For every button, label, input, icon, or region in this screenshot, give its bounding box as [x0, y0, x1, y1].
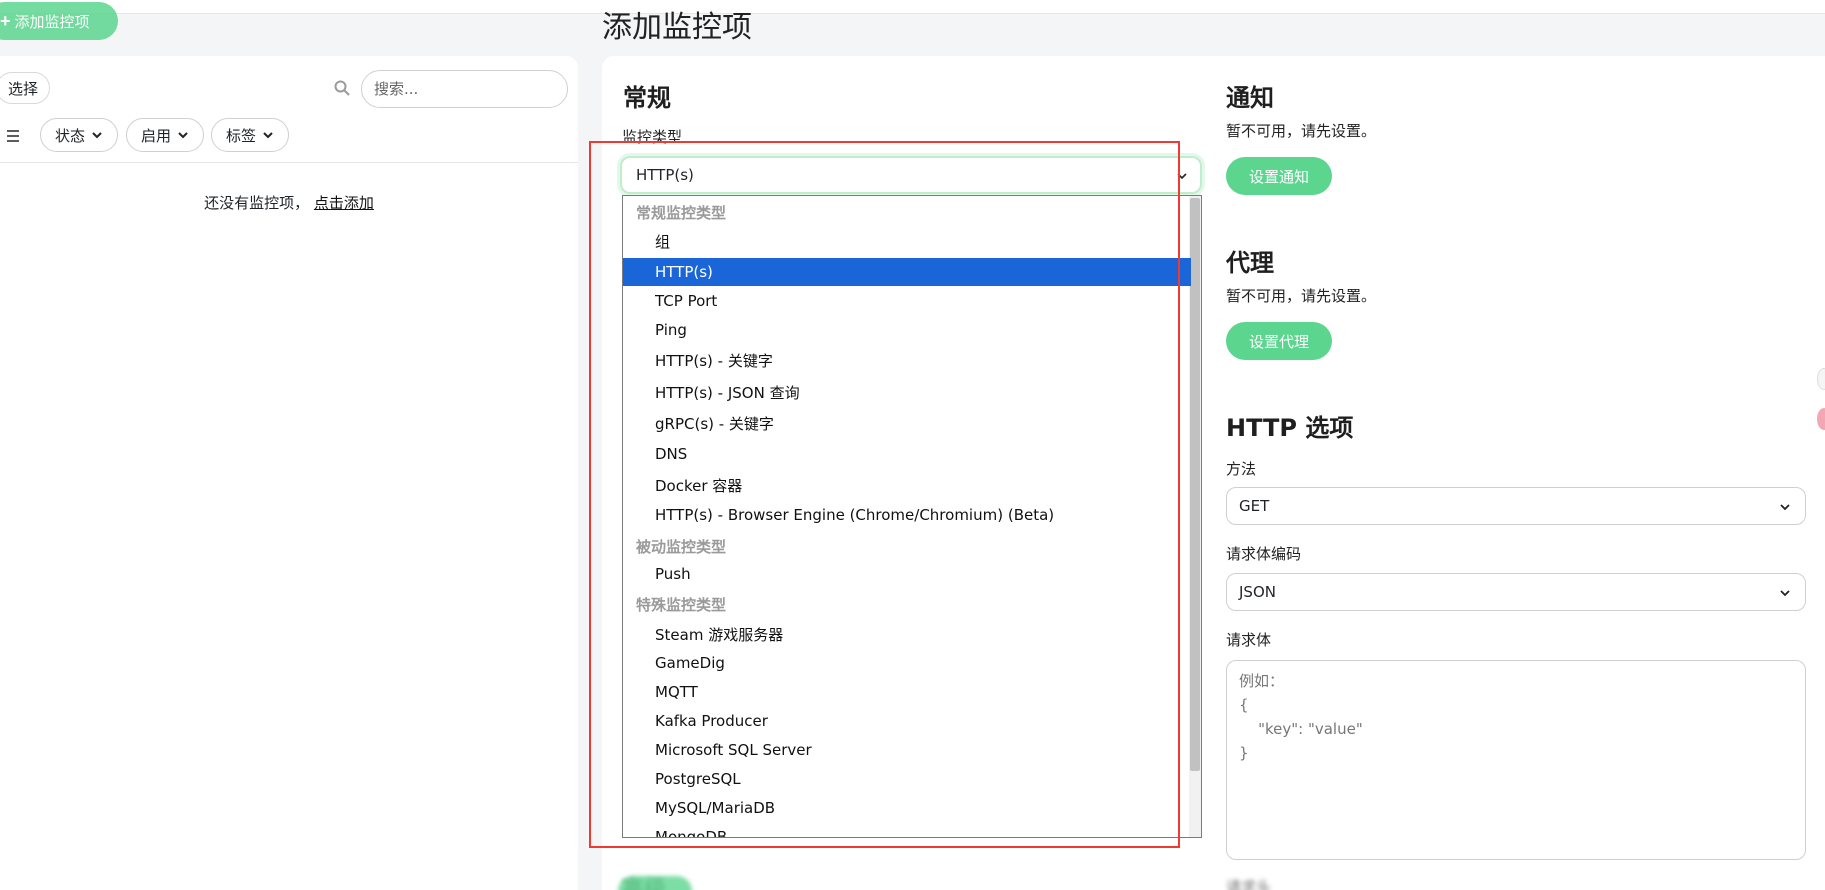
add-monitor-label: 添加监控项 — [14, 13, 90, 31]
select-button[interactable]: 选择 — [0, 72, 50, 104]
method-value: GET — [1239, 497, 1270, 515]
notify-unavailable-text: 暂不可用，请先设置。 — [1226, 122, 1377, 140]
chevron-down-icon — [178, 132, 188, 139]
monitor-list-panel: 选择 状态 启用 标签 还没有监控项， 点击添加 — [0, 56, 578, 890]
divider — [0, 162, 578, 163]
dropdown-scrollbar[interactable] — [1190, 198, 1200, 771]
search-input[interactable] — [361, 70, 568, 108]
notify-heading: 通知 — [1226, 84, 1274, 112]
empty-text: 还没有监控项， — [204, 194, 310, 212]
chevron-down-icon — [263, 132, 273, 139]
method-label: 方法 — [1226, 460, 1257, 478]
encoding-label: 请求体编码 — [1226, 545, 1302, 563]
enabled-filter-label: 启用 — [141, 126, 172, 145]
list-menu-icon[interactable] — [6, 129, 20, 143]
setup-proxy-button[interactable]: 设置代理 — [1226, 322, 1332, 360]
headers-label: 请求头 — [1226, 878, 1272, 890]
chevron-down-icon — [92, 132, 102, 139]
method-select[interactable]: GET — [1226, 487, 1806, 525]
highlight-box — [589, 141, 1180, 848]
encoding-select[interactable]: JSON — [1226, 573, 1806, 611]
enabled-filter[interactable]: 启用 — [126, 118, 205, 152]
encoding-value: JSON — [1239, 583, 1276, 601]
general-heading: 常规 — [623, 84, 671, 112]
add-monitor-button[interactable]: + 添加监控项 — [0, 2, 118, 40]
body-placeholder: 例如： { "key": "value" } — [1239, 672, 1363, 762]
plus-icon: + — [0, 10, 11, 31]
body-label: 请求体 — [1226, 631, 1272, 649]
empty-message: 还没有监控项， 点击添加 — [0, 192, 578, 213]
tags-filter-label: 标签 — [226, 126, 257, 145]
chevron-down-icon — [1780, 590, 1790, 597]
http-options-heading: HTTP 选项 — [1226, 414, 1354, 442]
proxy-heading: 代理 — [1226, 249, 1274, 277]
filter-row: 状态 启用 标签 — [0, 118, 578, 154]
status-filter[interactable]: 状态 — [40, 118, 119, 152]
edge-handle[interactable] — [1817, 368, 1825, 390]
proxy-unavailable-text: 暂不可用，请先设置。 — [1226, 287, 1377, 305]
top-bar — [0, 0, 1825, 14]
chevron-down-icon — [1780, 504, 1790, 511]
tags-filter[interactable]: 标签 — [211, 118, 290, 152]
advanced-toggle-button[interactable] — [618, 876, 692, 890]
status-filter-label: 状态 — [55, 126, 86, 145]
add-link[interactable]: 点击添加 — [314, 194, 374, 212]
request-body-textarea[interactable]: 例如： { "key": "value" } — [1226, 660, 1806, 860]
page-title: 添加监控项 — [602, 10, 752, 45]
search-icon — [334, 80, 350, 96]
setup-notification-button[interactable]: 设置通知 — [1226, 157, 1332, 195]
edge-badge[interactable] — [1817, 408, 1825, 430]
